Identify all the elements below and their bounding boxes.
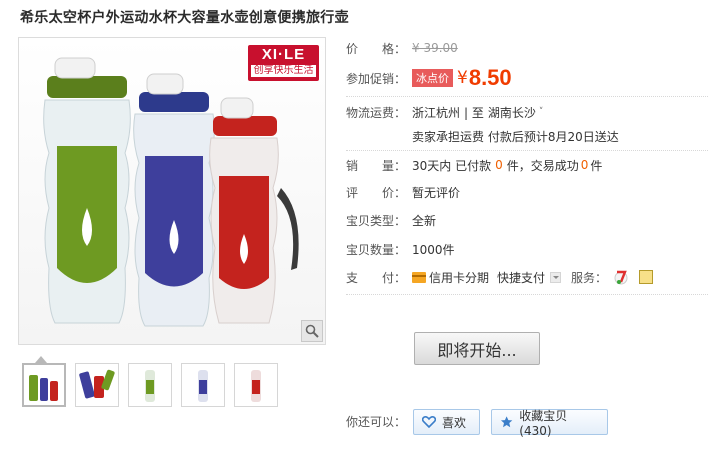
- thumbnail-strip: [22, 363, 278, 407]
- sales-label: 销 量：: [346, 158, 407, 173]
- promo-tag: 冰点价: [412, 69, 453, 87]
- review-row: 评 价： 暂无评价: [346, 182, 460, 202]
- seven-day-return-icon[interactable]: [613, 269, 629, 285]
- thumbnail-4-image: [198, 370, 208, 402]
- currency-symbol: ¥: [457, 68, 468, 88]
- sales-paid-count: 0: [495, 158, 503, 172]
- sales-row: 销 量： 30天内 已付款 0 件，交易成功 0 件: [346, 155, 602, 175]
- sales-suffix: 件: [590, 158, 603, 173]
- condition-row: 宝贝类型： 全新: [346, 210, 436, 230]
- thumbnail-3-image: [145, 370, 155, 402]
- promo-price-row: 参加促销： 冰点价 ¥ 8.50: [346, 65, 512, 90]
- shipping-destination[interactable]: 湖南长沙: [488, 104, 536, 121]
- credit-installment-link[interactable]: 信用卡分期: [429, 269, 489, 286]
- condition-value: 全新: [412, 213, 437, 228]
- guarantee-icon[interactable]: [639, 270, 654, 284]
- promo-price: 8.50: [468, 65, 512, 90]
- thumbnail-2-image: [79, 369, 115, 399]
- quantity-value: 1000件: [412, 242, 455, 257]
- credit-card-icon: [412, 271, 426, 283]
- product-title: 希乐太空杯户外运动水杯大容量水壶创意便携旅行壶: [20, 10, 349, 26]
- star-icon: [500, 416, 513, 428]
- promo-price-label: 参加促销：: [346, 71, 407, 86]
- shipping-note-row: 卖家承担运费 付款后预计8月20日送达: [412, 126, 619, 146]
- sales-prefix: 30天内 已付款: [412, 158, 492, 173]
- thumbnail-2[interactable]: [75, 363, 119, 407]
- thumb-selected-arrow: [35, 356, 47, 363]
- destination-dropdown-icon[interactable]: ˅: [539, 107, 544, 117]
- divider: [346, 294, 708, 295]
- review-value[interactable]: 暂无评价: [412, 184, 460, 201]
- payment-label: 支 付：: [346, 270, 407, 285]
- magnifier-icon: [305, 324, 319, 338]
- thumbnail-3[interactable]: [128, 363, 172, 407]
- quick-pay-link[interactable]: 快捷支付: [497, 269, 545, 286]
- sales-middle: 件，交易成功: [506, 158, 579, 173]
- shipping-from: 浙江杭州: [412, 105, 461, 120]
- shipping-separator: | 至: [464, 105, 484, 120]
- green-bottle-image: [43, 57, 131, 324]
- sales-success-count: 0: [580, 158, 589, 172]
- review-label: 评 价：: [346, 185, 407, 200]
- thumbnail-4[interactable]: [181, 363, 225, 407]
- quantity-label: 宝贝数量：: [346, 242, 407, 257]
- payment-row: 支 付： 信用卡分期 快捷支付 服务：: [346, 267, 654, 287]
- divider: [346, 96, 708, 97]
- thumbnail-1[interactable]: [22, 363, 66, 407]
- divider: [346, 150, 708, 151]
- original-price-label: 价 格：: [346, 41, 407, 56]
- original-price-row: 价 格： ¥ 39.00: [346, 38, 458, 58]
- payment-dropdown-icon[interactable]: [550, 271, 562, 283]
- favorite-label: 收藏宝贝 (430): [519, 408, 568, 438]
- condition-label: 宝贝类型：: [346, 213, 407, 228]
- red-bottle-image: [209, 97, 299, 324]
- like-button[interactable]: 喜欢: [413, 409, 480, 435]
- thumbnail-1-image: [29, 375, 58, 401]
- service-label: 服务：: [571, 270, 608, 285]
- zoom-button[interactable]: [301, 320, 323, 342]
- shipping-row: 物流运费： 浙江杭州 | 至 湖南长沙 ˅: [346, 102, 543, 122]
- coming-soon-button[interactable]: 即将开始...: [414, 332, 540, 365]
- favorite-button[interactable]: 收藏宝贝 (430): [491, 408, 608, 438]
- shipping-label: 物流运费：: [346, 105, 407, 120]
- heart-icon: [422, 416, 436, 428]
- water-bottles-illustration: [43, 57, 299, 327]
- main-product-image[interactable]: XI·LE 创享快乐生活: [18, 37, 326, 345]
- thumbnail-5[interactable]: [234, 363, 278, 407]
- shipping-note: 卖家承担运费 付款后预计8月20日送达: [412, 129, 619, 144]
- share-label: 你还可以：: [346, 415, 407, 429]
- original-price: ¥ 39.00: [412, 41, 458, 55]
- like-label: 喜欢: [442, 415, 467, 430]
- thumbnail-5-image: [251, 370, 261, 402]
- quantity-row: 宝贝数量： 1000件: [346, 239, 455, 259]
- blue-bottle-image: [133, 73, 215, 327]
